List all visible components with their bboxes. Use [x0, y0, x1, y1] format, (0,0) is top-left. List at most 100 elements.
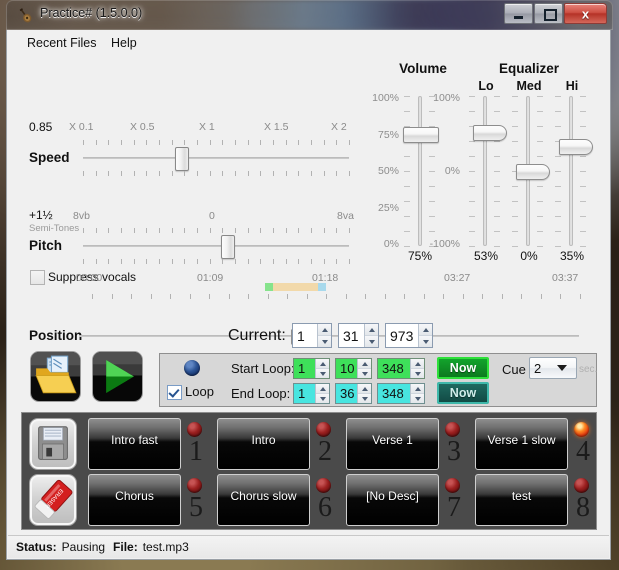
end-loop-field-0-up[interactable] [316, 384, 329, 393]
preset-led [574, 478, 589, 493]
menu-item-recent-files[interactable]: Recent Files [21, 34, 102, 52]
end-loop-field-2-up[interactable] [411, 384, 424, 393]
end-loop-field-1-value: 36 [336, 384, 357, 403]
preset-button[interactable]: [No Desc] [346, 474, 439, 526]
pitch-track[interactable] [83, 245, 349, 247]
preset-button[interactable]: Intro [217, 418, 310, 470]
volume-scale-2: 50% [365, 165, 399, 177]
end-loop-field-0-down[interactable] [316, 393, 329, 403]
minimize-button[interactable] [504, 3, 533, 24]
end-loop-field-1-spinner[interactable] [357, 384, 371, 403]
close-button[interactable]: x [564, 3, 607, 24]
pitch-slider-thumb[interactable] [221, 235, 235, 259]
start-loop-field-0[interactable]: 1 [293, 358, 330, 379]
equalizer-lo-thumb[interactable] [473, 125, 507, 141]
preset-number: 6 [312, 494, 338, 522]
preset-button[interactable]: test [475, 474, 568, 526]
equalizer-hi-ticks-left [555, 96, 561, 246]
equalizer-hi-ticks-right [580, 96, 586, 246]
preset-button-label: Chorus [89, 489, 180, 503]
pitch-scale-2: 8va [337, 210, 354, 222]
play-icon [93, 352, 142, 401]
current-field-2[interactable]: 973 [385, 323, 433, 348]
preset-led [316, 478, 331, 493]
start-loop-field-1-down[interactable] [358, 368, 371, 378]
end-loop-field-1[interactable]: 36 [335, 383, 372, 404]
equalizer-lo-ticks-left [469, 96, 475, 246]
current-field-0-down[interactable] [318, 335, 331, 347]
speed-value: 0.85 [29, 120, 52, 134]
start-loop-field-2-spinner[interactable] [410, 359, 424, 378]
speed-track[interactable] [83, 157, 349, 159]
preset-button-label: Verse 1 slow [476, 433, 567, 447]
speed-slider-thumb[interactable] [175, 147, 189, 171]
preset-button[interactable]: Intro fast [88, 418, 181, 470]
volume-scale-1: 75% [365, 129, 399, 141]
pitch-label: Pitch [29, 238, 62, 253]
volume-scale-3: 25% [365, 202, 399, 214]
current-field-1-spinner[interactable] [364, 324, 378, 347]
current-field-1-up[interactable] [365, 324, 378, 335]
volume-slider-thumb[interactable] [403, 127, 439, 143]
current-field-2-down[interactable] [419, 335, 432, 347]
preset-button[interactable]: Verse 1 [346, 418, 439, 470]
equalizer-lo-ticks-right [494, 96, 500, 246]
start-loop-field-2[interactable]: 348 [377, 358, 425, 379]
end-loop-field-2[interactable]: 348 [377, 383, 425, 404]
equalizer-hi-track[interactable] [569, 96, 573, 246]
end-loop-field-1-down[interactable] [358, 393, 371, 403]
maximize-button[interactable] [534, 3, 563, 24]
end-loop-field-0-spinner[interactable] [315, 384, 329, 403]
loop-fill-region [273, 283, 318, 291]
position-label: Position [29, 328, 82, 343]
preset-button[interactable]: Chorus [88, 474, 181, 526]
preset-button-label: Chorus slow [218, 489, 309, 503]
play-button[interactable] [92, 351, 143, 402]
start-loop-field-1[interactable]: 10 [335, 358, 372, 379]
equalizer-med-thumb[interactable] [516, 164, 550, 180]
current-field-0-up[interactable] [318, 324, 331, 335]
preset-led [574, 422, 589, 437]
current-field-0-spinner[interactable] [317, 324, 331, 347]
start-loop-field-2-down[interactable] [411, 368, 424, 378]
end-loop-field-0[interactable]: 1 [293, 383, 330, 404]
start-loop-field-2-up[interactable] [411, 359, 424, 368]
open-file-button[interactable] [30, 351, 81, 402]
file-label: File: [113, 540, 138, 554]
suppress-vocals-checkbox[interactable] [30, 270, 45, 285]
start-loop-field-0-spinner[interactable] [315, 359, 329, 378]
status-label: Status: [16, 540, 57, 554]
current-field-0[interactable]: 1 [292, 323, 332, 348]
preset-button-label: Verse 1 [347, 433, 438, 447]
floppy-disk-icon [30, 419, 76, 469]
equalizer-lo-track[interactable] [483, 96, 487, 246]
start-loop-now-button[interactable]: Now [437, 357, 489, 379]
maximize-icon [544, 9, 557, 21]
preset-button[interactable]: Verse 1 slow [475, 418, 568, 470]
status-value: Pausing [62, 540, 105, 554]
preset-led [187, 478, 202, 493]
start-loop-field-1-up[interactable] [358, 359, 371, 368]
loop-checkbox[interactable] [167, 385, 182, 400]
preset-button[interactable]: Chorus slow [217, 474, 310, 526]
equalizer-hi-thumb[interactable] [559, 139, 593, 155]
start-loop-field-1-spinner[interactable] [357, 359, 371, 378]
start-loop-field-0-down[interactable] [316, 368, 329, 378]
start-loop-field-0-up[interactable] [316, 359, 329, 368]
current-field-2-spinner[interactable] [418, 324, 432, 347]
preset-number: 4 [570, 438, 596, 466]
current-field-2-up[interactable] [419, 324, 432, 335]
end-loop-field-2-down[interactable] [411, 393, 424, 403]
current-field-1[interactable]: 31 [338, 323, 379, 348]
menu-item-help[interactable]: Help [105, 34, 143, 52]
erase-preset-button[interactable]: ERASER [29, 474, 77, 526]
save-preset-button[interactable] [29, 418, 77, 470]
current-field-1-down[interactable] [365, 335, 378, 347]
equalizer-scale-0: 100% [416, 92, 460, 104]
end-loop-field-2-spinner[interactable] [410, 384, 424, 403]
end-loop-now-button[interactable]: Now [437, 382, 489, 404]
loop-checkbox-label: Loop [185, 384, 214, 399]
speed-ticks-top [83, 140, 349, 145]
end-loop-field-1-up[interactable] [358, 384, 371, 393]
cue-select[interactable]: 2 [529, 357, 577, 379]
